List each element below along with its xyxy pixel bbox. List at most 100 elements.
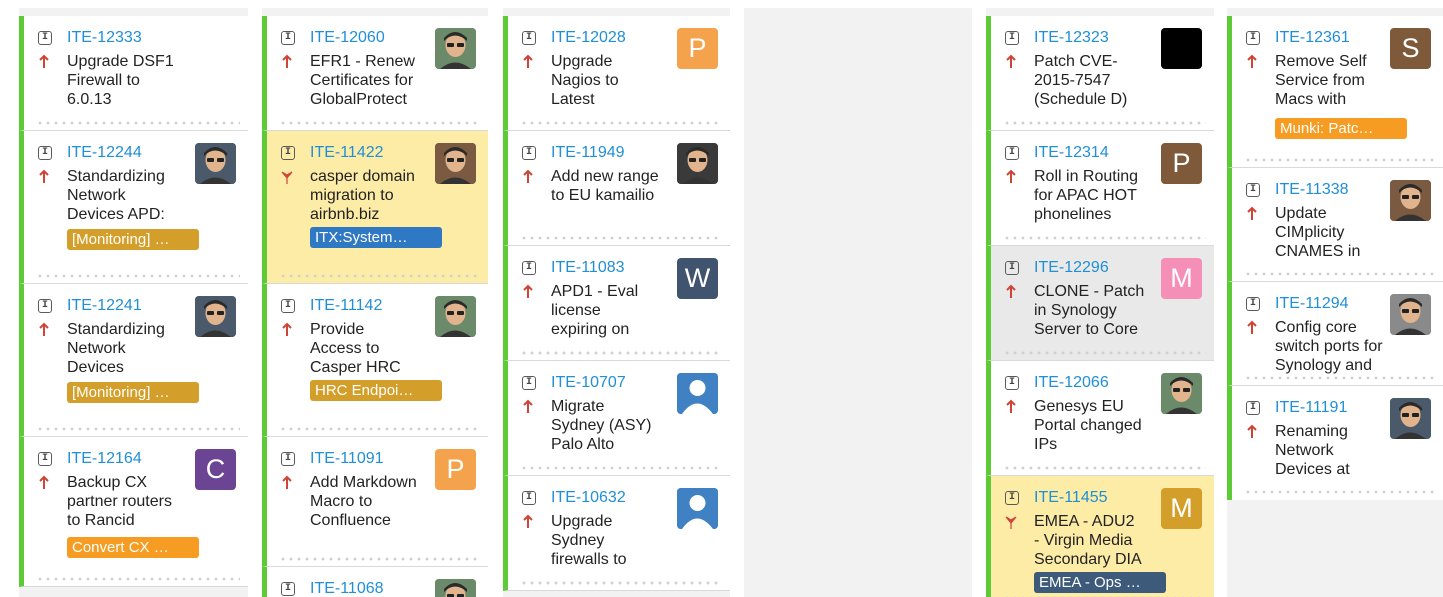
assignee-avatar-photo[interactable] — [1390, 398, 1431, 439]
issue-card[interactable]: I ITE-11083 APD1 - Eval license expiring on W — [503, 246, 730, 361]
issue-type-icon: I — [522, 146, 536, 160]
issue-key-link[interactable]: ITE-11068 — [310, 580, 384, 597]
assignee-avatar-initial[interactable]: P — [677, 28, 718, 69]
issue-key-link[interactable]: ITE-11294 — [1275, 295, 1349, 313]
issue-key-link[interactable]: ITE-12314 — [1034, 144, 1109, 162]
days-in-column-dots — [36, 121, 240, 125]
issue-card[interactable]: I ITE-12323 Patch CVE- 2015-7547 (Schedule D… — [986, 16, 1214, 131]
issue-card[interactable]: I ITE-12066 Genesys EU Portal changed IPs — [986, 361, 1214, 476]
assignee-avatar-photo[interactable] — [435, 28, 476, 69]
issue-key-link[interactable]: ITE-11083 — [551, 259, 625, 277]
assignee-avatar-default[interactable] — [677, 373, 718, 414]
issue-card[interactable]: I ITE-11422 casper domain migration to airbn… — [262, 131, 488, 284]
assignee-avatar-initial[interactable]: M — [1161, 488, 1202, 529]
issue-type-icon: I — [1246, 31, 1260, 45]
assignee-avatar-blank[interactable] — [1161, 28, 1202, 69]
issue-card[interactable]: I ITE-12314 Roll in Routing for APAC HOT pho… — [986, 131, 1214, 246]
assignee-avatar-photo[interactable] — [1390, 180, 1431, 221]
issue-card[interactable]: I ITE-11142 Provide Access to Casper HRC HRC … — [262, 284, 488, 437]
issue-summary-line: Sydney (ASY) — [551, 417, 652, 434]
issue-key-link[interactable]: ITE-11455 — [1034, 489, 1108, 507]
issue-card[interactable]: I ITE-12164 Backup CX partner routers to Ran… — [19, 437, 248, 587]
issue-summary-line: license — [551, 302, 601, 319]
issue-card[interactable]: I ITE-11338 Update CIMplicity CNAMES in — [1227, 168, 1443, 282]
assignee-avatar-initial[interactable]: M — [1161, 258, 1202, 299]
issue-key-link[interactable]: ITE-12296 — [1034, 259, 1109, 277]
issue-summary-line: 2015-7547 — [1034, 72, 1111, 89]
issue-key-link[interactable]: ITE-11142 — [310, 297, 382, 315]
issue-key-link[interactable]: ITE-12060 — [310, 29, 385, 47]
issue-key-link[interactable]: ITE-11949 — [551, 144, 625, 162]
assignee-avatar-initial[interactable]: W — [677, 258, 718, 299]
issue-key-link[interactable]: ITE-12323 — [1034, 29, 1109, 47]
assignee-avatar-photo[interactable] — [1161, 373, 1202, 414]
assignee-avatar-initial[interactable]: C — [195, 449, 236, 490]
issue-key-link[interactable]: ITE-12333 — [67, 29, 142, 47]
assignee-avatar-initial[interactable]: S — [1390, 28, 1431, 69]
priority-major-icon — [1006, 54, 1016, 68]
issue-key-link[interactable]: ITE-11091 — [310, 450, 384, 468]
issue-key-link[interactable]: ITE-12241 — [67, 297, 142, 315]
issue-summary-line: partner routers — [67, 493, 172, 510]
assignee-avatar-initial[interactable]: P — [1161, 143, 1202, 184]
issue-card[interactable]: I ITE-12244 Standardizing Network Devices AP… — [19, 131, 248, 284]
days-in-column-dots — [36, 577, 240, 581]
issue-card[interactable]: IITE-11068VPN users — [262, 567, 488, 597]
assignee-avatar-photo[interactable] — [435, 143, 476, 184]
issue-key-link[interactable]: ITE-10707 — [551, 374, 626, 392]
days-in-column-dots — [36, 274, 240, 278]
issue-summary-line: Firewall to — [67, 72, 140, 89]
issue-card[interactable]: I ITE-11091 Add Markdown Macro to Confluence… — [262, 437, 488, 567]
issue-type-icon: I — [522, 31, 536, 45]
issue-key-link[interactable]: ITE-11191 — [1275, 399, 1347, 417]
issue-card[interactable]: I ITE-10707 Migrate Sydney (ASY) Palo Alto — [503, 361, 730, 476]
priority-major-icon — [39, 54, 49, 68]
priority-major-icon — [1247, 320, 1257, 334]
issue-key-link[interactable]: ITE-12361 — [1275, 29, 1350, 47]
issue-card[interactable]: I ITE-10632 Upgrade Sydney firewalls to — [503, 476, 730, 591]
priority-major-icon — [282, 322, 292, 336]
epic-label[interactable]: ITX:System… — [310, 227, 442, 248]
issue-key-link[interactable]: ITE-10632 — [551, 489, 626, 507]
issue-card[interactable]: I ITE-11949 Add new range to EU kamailio — [503, 131, 730, 246]
assignee-avatar-photo[interactable] — [1390, 294, 1431, 335]
assignee-avatar-photo[interactable] — [435, 579, 476, 597]
assignee-avatar-photo[interactable] — [195, 296, 236, 337]
issue-card[interactable]: I ITE-12241 Standardizing Network Devices [Mo… — [19, 284, 248, 437]
issue-card[interactable]: I ITE-11191 Renaming Network Devices at — [1227, 386, 1443, 500]
issue-key-link[interactable]: ITE-12028 — [551, 29, 626, 47]
days-in-column-dots — [1003, 236, 1206, 240]
issue-card[interactable]: I ITE-12028 Upgrade Nagios to Latest P — [503, 16, 730, 131]
issue-card[interactable]: I ITE-12361 Remove Self Service from Macs wi… — [1227, 16, 1443, 168]
epic-label[interactable]: [Monitoring] … — [67, 382, 199, 403]
days-in-column-dots — [1244, 490, 1435, 494]
issue-card[interactable]: I ITE-11455 EMEA - ADU2- Virgin Media Secon… — [986, 476, 1214, 597]
priority-major-icon — [1247, 424, 1257, 438]
epic-label[interactable]: Convert CX … — [67, 537, 199, 558]
issue-card[interactable]: I ITE-11294 Config core switch ports for Syn… — [1227, 282, 1443, 386]
epic-label[interactable]: Munki: Patc… — [1275, 118, 1407, 139]
issue-key-link[interactable]: ITE-11338 — [1275, 181, 1349, 199]
assignee-avatar-photo[interactable] — [677, 143, 718, 184]
assignee-avatar-initial[interactable]: P — [435, 449, 476, 490]
issue-key-link[interactable]: ITE-12066 — [1034, 374, 1109, 392]
issue-summary-line: GlobalProtect — [310, 91, 407, 108]
priority-major-icon — [1247, 206, 1257, 220]
assignee-avatar-photo[interactable] — [195, 143, 236, 184]
issue-card[interactable]: I ITE-12296 CLONE - Patch in Synology Server… — [986, 246, 1214, 361]
epic-label[interactable]: HRC Endpoi… — [310, 380, 442, 401]
issue-card[interactable]: I ITE-12060 EFR1 - Renew Certificates for Gl… — [262, 16, 488, 131]
issue-card[interactable]: I ITE-12333 Upgrade DSF1 Firewall to 6.0.13 — [19, 16, 248, 131]
issue-key-link[interactable]: ITE-11422 — [310, 144, 384, 162]
epic-label[interactable]: EMEA - Ops … — [1034, 572, 1166, 593]
issue-key-link[interactable]: ITE-12164 — [67, 450, 142, 468]
board-column-3: I ITE-12028 Upgrade Nagios to Latest P I ITE-11… — [503, 8, 730, 597]
days-in-column-dots — [279, 274, 480, 278]
issue-key-link[interactable]: ITE-12244 — [67, 144, 142, 162]
assignee-avatar-default[interactable] — [677, 488, 718, 529]
days-in-column-dots — [1244, 158, 1435, 162]
assignee-avatar-photo[interactable] — [435, 296, 476, 337]
epic-label[interactable]: [Monitoring] … — [67, 229, 199, 250]
issue-summary-line: for APAC HOT — [1034, 187, 1137, 204]
days-in-column-dots — [520, 121, 722, 125]
